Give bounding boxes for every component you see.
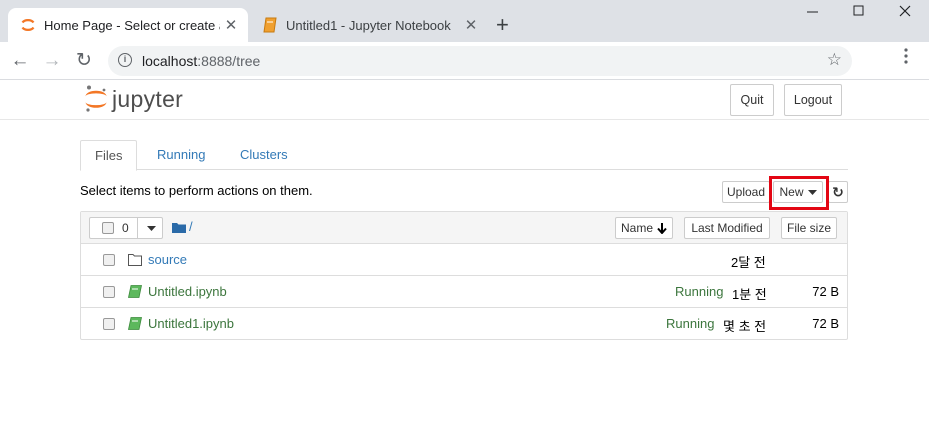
- caret-down-icon: [147, 226, 156, 231]
- folder-outline-icon: [128, 254, 142, 266]
- tab-running[interactable]: Running: [143, 140, 219, 170]
- address-bar[interactable]: i localhost:8888/tree ☆: [108, 46, 852, 76]
- list-item[interactable]: Untitled.ipynb Running 1분 전 72 B: [81, 276, 847, 308]
- browser-tab-title: Home Page - Select or create a: [44, 17, 220, 33]
- tab-files[interactable]: Files: [80, 140, 138, 171]
- browser-tab-strip: Home Page - Select or create a ✕ Untitle…: [0, 0, 929, 42]
- notebook-favicon-icon: [262, 17, 278, 33]
- select-all-checkbox[interactable]: [102, 222, 114, 234]
- list-item[interactable]: source 2달 전: [81, 244, 847, 276]
- divider: [137, 218, 138, 238]
- maximize-window-button[interactable]: [836, 4, 882, 28]
- item-name-link[interactable]: Untitled1.ipynb: [148, 316, 234, 331]
- breadcrumb-root[interactable]: /: [189, 219, 193, 234]
- minimize-window-button[interactable]: [790, 4, 836, 28]
- item-name-link[interactable]: Untitled.ipynb: [148, 284, 227, 299]
- jupyter-logo[interactable]: jupyter: [84, 84, 183, 114]
- tab-clusters[interactable]: Clusters: [226, 140, 302, 170]
- new-tab-button[interactable]: +: [496, 13, 509, 37]
- select-all-dropdown[interactable]: 0: [89, 217, 163, 239]
- back-button[interactable]: ←: [8, 49, 32, 73]
- browser-tab-notebook[interactable]: Untitled1 - Jupyter Notebook ✕: [250, 8, 488, 42]
- running-status: Running: [675, 284, 724, 299]
- jupyter-logo-text: jupyter: [112, 85, 184, 112]
- arrow-down-icon: [657, 222, 667, 234]
- dashboard-tabs: Files Running Clusters: [80, 140, 848, 171]
- folder-icon[interactable]: [172, 222, 186, 233]
- quit-button[interactable]: Quit: [730, 84, 774, 116]
- close-tab-icon[interactable]: ✕: [220, 16, 242, 34]
- browser-menu-icon[interactable]: [898, 48, 914, 64]
- notebook-icon: [128, 317, 142, 330]
- row-checkbox[interactable]: [103, 286, 115, 298]
- forward-button[interactable]: →: [40, 49, 64, 73]
- selection-hint: Select items to perform actions on them.: [80, 183, 313, 198]
- sort-by-size-button[interactable]: File size: [781, 217, 837, 239]
- reload-button[interactable]: ↻: [72, 49, 96, 73]
- browser-tab-title: Untitled1 - Jupyter Notebook: [286, 17, 451, 33]
- refresh-icon: ↻: [832, 183, 844, 200]
- jupyter-header: jupyter Quit Logout: [0, 80, 929, 120]
- item-name-link[interactable]: source: [148, 252, 187, 267]
- file-list: 0 / Name Last Modified File size source …: [80, 211, 848, 340]
- close-window-button[interactable]: [882, 4, 928, 28]
- item-size: 72 B: [812, 284, 839, 299]
- highlight-box: [769, 176, 829, 210]
- jupyter-favicon-icon: [20, 17, 36, 33]
- item-modified: 2달 전: [731, 255, 766, 270]
- upload-button[interactable]: Upload: [722, 181, 770, 203]
- item-modified: 몇 초 전: [723, 319, 767, 334]
- logout-button[interactable]: Logout: [784, 84, 842, 116]
- notebook-icon: [128, 285, 142, 298]
- list-item[interactable]: Untitled1.ipynb Running 몇 초 전 72 B: [81, 308, 847, 340]
- sort-by-modified-button[interactable]: Last Modified: [684, 217, 770, 239]
- jupyter-logo-icon: [85, 85, 107, 112]
- item-size: 72 B: [812, 316, 839, 331]
- sort-name-label: Name: [620, 221, 653, 235]
- sort-by-name-button[interactable]: Name: [615, 217, 673, 239]
- item-modified: 1분 전: [732, 287, 767, 302]
- row-checkbox[interactable]: [103, 318, 115, 330]
- browser-tab-home[interactable]: Home Page - Select or create a ✕: [8, 8, 248, 42]
- row-checkbox[interactable]: [103, 254, 115, 266]
- site-info-icon[interactable]: i: [118, 53, 132, 67]
- browser-toolbar: ← → ↻ i localhost:8888/tree ☆: [0, 42, 929, 80]
- file-list-header: 0 / Name Last Modified File size: [81, 212, 847, 244]
- running-status: Running: [666, 316, 715, 331]
- close-tab-icon[interactable]: ✕: [460, 16, 482, 34]
- selected-count: 0: [122, 221, 129, 235]
- url-text[interactable]: localhost:8888/tree: [142, 53, 260, 69]
- refresh-button[interactable]: ↻: [828, 181, 848, 203]
- bookmark-star-icon[interactable]: ☆: [827, 50, 842, 70]
